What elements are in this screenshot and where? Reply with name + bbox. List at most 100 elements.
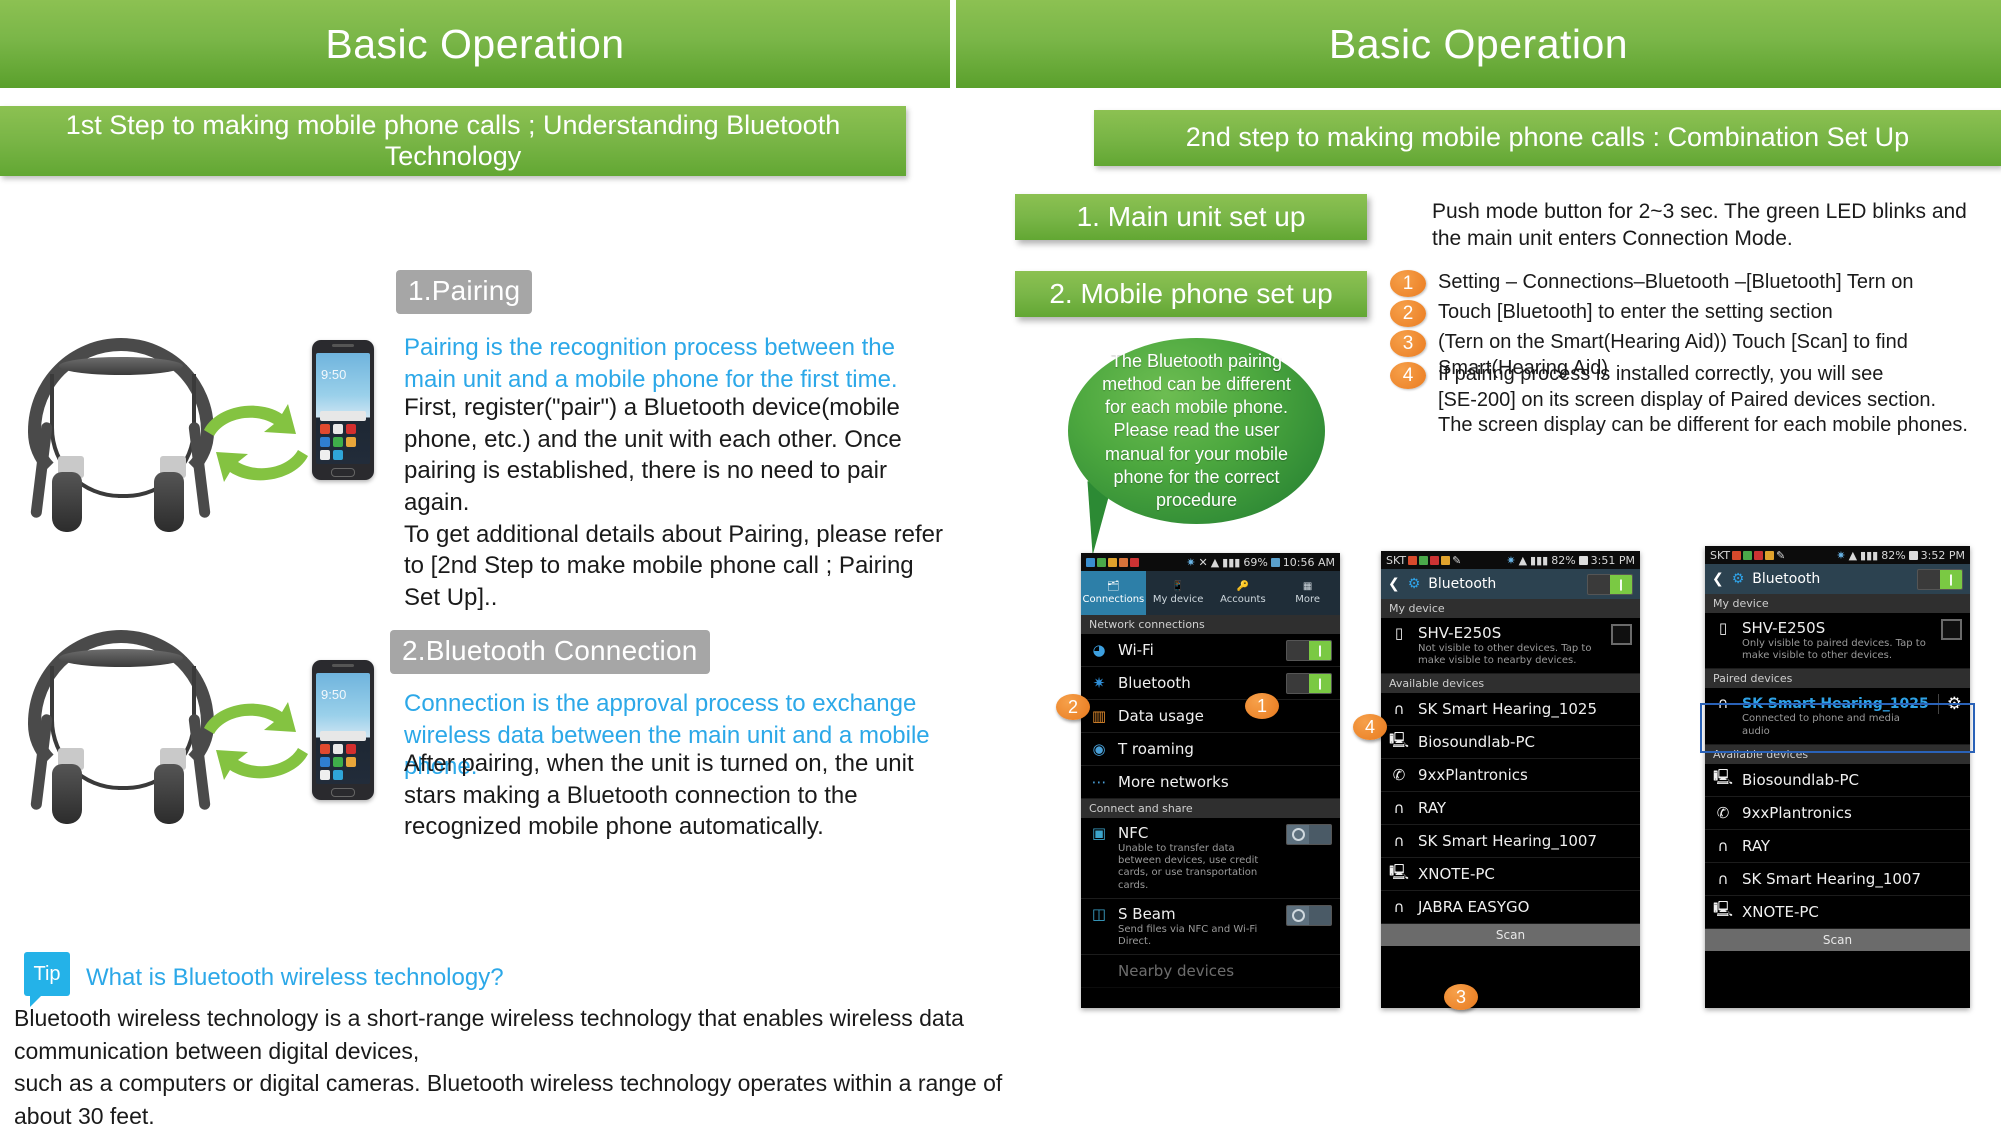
chart-icon: ▥ — [1091, 707, 1107, 725]
back-icon[interactable]: ❮ — [1712, 571, 1724, 587]
row-more-networks[interactable]: ⋯ More networks — [1081, 766, 1340, 799]
phone-device-icon: ▯ — [1718, 619, 1728, 637]
row-s-beam-label: S Beam — [1118, 904, 1176, 923]
samsung-phone-illustration-1: 9:50 — [312, 340, 374, 480]
tab-more-label: More — [1295, 594, 1321, 605]
right-subtitle-bar: 2nd step to making mobile phone calls : … — [1094, 110, 2001, 166]
step-row-4: 4 If pairing process is installed correc… — [1390, 362, 2000, 439]
tip-question: What is Bluetooth wireless technology? — [86, 964, 504, 991]
phone3-device-row[interactable]: 🖳 XNOTE-PC — [1705, 895, 1970, 929]
phone1-clock: 10:56 AM — [1282, 555, 1335, 569]
computer-icon: 🖳 — [1389, 730, 1410, 749]
step-text-2: Touch [Bluetooth] to enter the setting s… — [1438, 301, 1833, 323]
phone3-device-name: XNOTE-PC — [1742, 902, 1819, 921]
step-number-2: 2 — [1390, 300, 1426, 327]
phone3-scan-button[interactable]: Scan — [1705, 928, 1970, 951]
phone2-device-row[interactable]: ∩ SK Smart Hearing_1007 — [1381, 825, 1640, 859]
phone2-device-row[interactable]: ∩ JABRA EASYGO — [1381, 891, 1640, 925]
phone2-device-row[interactable]: ∩ SK Smart Hearing_1025 — [1381, 693, 1640, 727]
mute-status-icon: ✕ — [1198, 555, 1208, 569]
phone2-device-name: RAY — [1418, 799, 1447, 818]
left-subtitle-text: 1st Step to making mobile phone calls ; … — [65, 109, 841, 171]
phone2-carrier: SKT — [1386, 553, 1407, 567]
row-data-usage[interactable]: ▥ Data usage — [1081, 700, 1340, 733]
pairing-body-text: First, register("pair") a Bluetooth devi… — [404, 394, 944, 612]
gear-icon: ⚙ — [1731, 571, 1745, 587]
tab-accounts[interactable]: 🔑 Accounts — [1211, 571, 1276, 615]
gear-icon[interactable]: ⚙ — [1937, 694, 1962, 715]
floating-badge-2: 2 — [1056, 694, 1090, 720]
phone2-device-row[interactable]: 🖳 Biosoundlab-PC — [1381, 726, 1640, 760]
phone2-device-row[interactable]: 🖳 XNOTE-PC — [1381, 858, 1640, 892]
section-tag-connection-label: 2.Bluetooth Connection — [402, 635, 698, 666]
phone3-bluetooth-toggle[interactable]: ❙ — [1917, 568, 1963, 590]
phone2-device-row[interactable]: ∩ RAY — [1381, 792, 1640, 826]
phone3-status-bar: SKT ✎ ✷ ▲ ▮▮▮ 82% 3:52 PM — [1705, 546, 1970, 564]
phone-screenshot-bluetooth-scan: SKT ✎ ✷ ▲ ▮▮▮ 82% 3:51 PM ❮ ⚙ Bluetooth … — [1381, 551, 1640, 1008]
vibrate-status-icon: ▲ — [1210, 555, 1220, 569]
tab-my-device[interactable]: 📱 My device — [1146, 571, 1211, 615]
phone3-device-row[interactable]: ∩ SK Smart Hearing_1007 — [1705, 862, 1970, 896]
phone3-paired-header: Paired devices — [1705, 669, 1970, 689]
phone1-tab-bar: 🗂 Connections 📱 My device 🔑 Accounts ▦ M… — [1081, 571, 1340, 615]
headset-icon: ∩ — [1717, 869, 1729, 888]
floating-badge-3: 3 — [1444, 984, 1478, 1010]
headset-icon: ∩ — [1393, 898, 1405, 917]
row-nfc[interactable]: ▣ NFC Unable to transfer data between de… — [1081, 818, 1340, 899]
row-s-beam[interactable]: ◫ S Beam Send files via NFC and Wi-Fi Di… — [1081, 898, 1340, 956]
phone2-device-name: JABRA EASYGO — [1418, 898, 1530, 917]
battery-icon — [1270, 557, 1280, 567]
section-tag-connection: 2.Bluetooth Connection — [390, 630, 710, 674]
step-row-1: 1 Setting – Connections–Bluetooth –[Blue… — [1390, 270, 2000, 297]
row-nearby-devices-label: Nearby devices — [1118, 962, 1235, 981]
phone1-status-bar: ✷ ✕ ▲ ▮▮▮ 69% 10:56 AM — [1081, 553, 1340, 571]
phone2-my-device-row[interactable]: ▯ SHV-E250S Not visible to other devices… — [1381, 618, 1640, 675]
phone3-device-name: SK Smart Hearing_1007 — [1742, 869, 1922, 888]
mobile-phone-setup-button[interactable]: 2. Mobile phone set up — [1015, 271, 1367, 317]
phone3-device-row[interactable]: ✆ 9xxPlantronics — [1705, 796, 1970, 830]
wifi-toggle[interactable]: ❙ — [1286, 639, 1332, 661]
back-icon[interactable]: ❮ — [1388, 576, 1400, 592]
computer-icon: 🖳 — [1713, 768, 1734, 787]
phone3-my-device-header: My device — [1705, 594, 1970, 613]
row-nearby-devices[interactable]: Nearby devices — [1081, 955, 1340, 989]
main-unit-setup-button[interactable]: 1. Main unit set up — [1015, 194, 1367, 240]
signal-status-icon: ▮▮▮ — [1222, 555, 1241, 569]
phone1-connect-share-header: Connect and share — [1081, 799, 1340, 818]
connections-icon: 🗂 — [1107, 581, 1120, 592]
phone3-my-device-row[interactable]: ▯ SHV-E250S Only visible to paired devic… — [1705, 613, 1970, 670]
vibrate-status-icon: ▲ — [1518, 553, 1528, 567]
row-wifi[interactable]: ◕ Wi-Fi ❙ — [1081, 634, 1340, 667]
row-bluetooth[interactable]: ✷ Bluetooth ❙ — [1081, 667, 1340, 700]
battery-icon — [1908, 550, 1918, 560]
row-nfc-sub: Unable to transfer data between devices,… — [1118, 843, 1259, 891]
tab-more[interactable]: ▦ More — [1275, 571, 1340, 615]
tab-connections[interactable]: 🗂 Connections — [1081, 571, 1146, 615]
bluetooth-status-icon: ✷ — [1506, 553, 1516, 567]
nfc-toggle[interactable] — [1286, 824, 1332, 845]
phone2-device-row[interactable]: ✆ 9xxPlantronics — [1381, 759, 1640, 793]
phone3-paired-device-row[interactable]: ∩ SK Smart Hearing_1025 Connected to pho… — [1705, 688, 1970, 745]
row-t-roaming[interactable]: ◉ T roaming — [1081, 733, 1340, 766]
row-more-networks-label: More networks — [1118, 773, 1229, 791]
visibility-checkbox[interactable] — [1611, 624, 1632, 645]
pairing-highlight-text: Pairing is the recognition process betwe… — [404, 334, 898, 393]
s-beam-toggle[interactable] — [1286, 904, 1332, 926]
phone2-bluetooth-toggle[interactable]: ❙ — [1587, 573, 1633, 595]
floating-badge-1: 1 — [1245, 693, 1279, 719]
phone3-device-row[interactable]: ∩ RAY — [1705, 829, 1970, 863]
visibility-checkbox[interactable] — [1941, 619, 1962, 640]
row-s-beam-sub: Send files via NFC and Wi-Fi Direct. — [1118, 923, 1258, 947]
phone-device-icon: ▯ — [1394, 624, 1404, 642]
phone3-paired-device-sub: Connected to phone and media audio — [1742, 713, 1900, 737]
neckband-headset-illustration-1 — [22, 338, 222, 532]
dots-icon: ⋯ — [1091, 773, 1107, 791]
device-icon: 📱 — [1171, 581, 1185, 592]
section-tag-pairing-label: 1.Pairing — [408, 275, 521, 306]
bluetooth-toggle[interactable]: ❙ — [1286, 672, 1332, 694]
phone2-scan-button[interactable]: Scan — [1381, 924, 1640, 947]
phone3-device-row[interactable]: 🖳 Biosoundlab-PC — [1705, 763, 1970, 797]
sbeam-icon: ◫ — [1091, 904, 1107, 923]
slide-root: Basic Operation Basic Operation 1st Step… — [0, 0, 2001, 1129]
step-text-1: Setting – Connections–Bluetooth –[Blueto… — [1438, 271, 1914, 293]
